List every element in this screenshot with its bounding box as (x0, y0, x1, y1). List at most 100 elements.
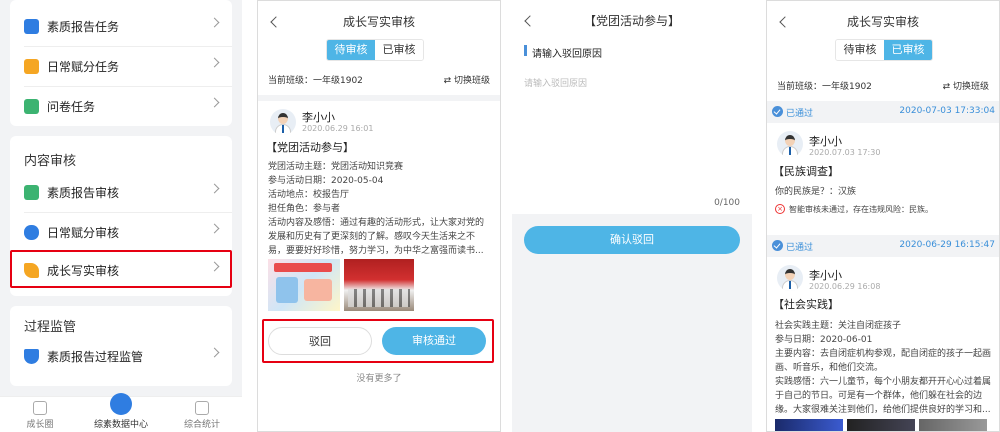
tab-pending[interactable]: 待审核 (836, 40, 884, 60)
score-task-icon (24, 58, 39, 74)
switch-class-label: 切换班级 (453, 76, 490, 86)
menu-item-score-review[interactable]: 日常赋分审核 (10, 212, 232, 252)
menu-panel: 素质报告任务 日常赋分任务 问卷任务 内容审核 素质报告审核 日常赋分审核 成长… (0, 0, 242, 432)
menu-item-label: 问卷任务 (47, 99, 96, 114)
section-title: 内容审核 (24, 154, 77, 169)
content-line: 于自己的节日。可是有一个群体，他们躲在社会的边 (775, 391, 983, 401)
status-badge: 已通过 (786, 243, 814, 253)
menu-item-label: 日常赋分任务 (47, 59, 120, 74)
tab-growth-circle[interactable]: 成长圈 (5, 401, 75, 430)
report-task-icon (24, 18, 39, 34)
menu-item-questionnaire[interactable]: 问卷任务 (10, 86, 232, 126)
tab-approved[interactable]: 已审核 (884, 40, 932, 60)
status-row: 已通过 2020-07-03 17:33:04 (767, 101, 999, 123)
menu-item-process-monitor[interactable]: 素质报告过程监管 (10, 336, 232, 376)
class-bar: 当前班级：一年级1902 ⇄ 切换班级 (258, 65, 500, 95)
switch-class-button[interactable]: ⇄ 切换班级 (444, 73, 490, 86)
content-line: 发展和历史有了更深刻的了解。感叹今天生活来之不 (268, 232, 476, 242)
menu-item-report-task[interactable]: 素质报告任务 (10, 6, 232, 46)
warning-icon: × (775, 204, 785, 214)
content-line: 画、听音乐，和他们交流。 (775, 363, 884, 373)
menu-item-score-task[interactable]: 日常赋分任务 (10, 46, 232, 86)
report-review-icon (24, 184, 39, 200)
card-title: 【党团活动参与】 (266, 141, 354, 154)
content-line: 缘。大家很难关注到他们，给他们提供良好的学习和... (775, 405, 991, 415)
highlight-box (10, 250, 232, 288)
shield-icon (24, 348, 39, 364)
card-title: 【社会实践】 (773, 298, 839, 311)
current-class: 当前班级：一年级1902 (777, 82, 872, 92)
review-tabs: 待审核 已审核 (835, 39, 933, 61)
avatar (777, 265, 803, 291)
content-line: 党团活动主题：党团活动知识竞赛 (268, 162, 404, 172)
process-monitor-card: 过程监管 素质报告过程监管 (10, 306, 232, 386)
avatar (777, 131, 803, 157)
avatar (270, 109, 296, 135)
menu-item-report-review[interactable]: 素质报告审核 (10, 172, 232, 212)
status-row: 已通过 2020-06-29 16:15:47 (767, 235, 999, 257)
tab-label: 综合统计 (183, 420, 220, 430)
approve-button[interactable]: 审核通过 (382, 327, 486, 355)
chevron-right-icon (209, 97, 220, 108)
section-title: 过程监管 (24, 320, 77, 335)
page-title: 成长写实审核 (846, 15, 919, 29)
review-datetime: 2020-07-03 17:33:04 (899, 106, 995, 116)
menu-item-label: 素质报告任务 (47, 19, 120, 34)
activity-photo[interactable] (344, 259, 414, 311)
tab-statistics[interactable]: 综合统计 (167, 401, 237, 430)
activity-photo[interactable] (919, 419, 987, 431)
chevron-right-icon (209, 223, 220, 234)
section-label: 请输入驳回原因 (532, 49, 602, 60)
switch-class-label: 切换班级 (952, 82, 989, 92)
menu-item-label: 素质报告过程监管 (47, 349, 144, 364)
bottom-tab-bar: 成长圈 综素数据中心 综合统计 (0, 393, 242, 432)
growth-circle-icon (33, 401, 47, 415)
no-more-text: 没有更多了 (356, 374, 402, 384)
chevron-right-icon (209, 17, 220, 28)
current-class: 当前班级：一年级1902 (268, 76, 363, 86)
tab-approved[interactable]: 已审核 (375, 40, 423, 60)
page-title: 【党团活动参与】 (583, 14, 680, 28)
check-circle-icon (772, 106, 783, 117)
data-center-icon (110, 393, 132, 415)
activity-photo[interactable] (775, 419, 843, 431)
content-line: 实践感悟：六一儿童节，每个小朋友都开开心心过着属 (775, 377, 992, 387)
menu-item-label: 素质报告审核 (47, 185, 120, 200)
tab-label: 综素数据中心 (93, 420, 148, 430)
card-title: 【民族调查】 (773, 165, 839, 178)
check-circle-icon (772, 240, 783, 251)
chevron-right-icon (209, 183, 220, 194)
confirm-reject-button[interactable]: 确认驳回 (524, 226, 740, 254)
class-bar: 当前班级：一年级1902 ⇄ 切换班级 (767, 71, 999, 101)
content-line: 易，要要好好珍惜，努力学习，为中华之富强而读书... (268, 246, 484, 256)
content-line: 活动地点：校报告厅 (268, 190, 350, 200)
content-line: 参与活动日期：2020-05-04 (268, 176, 384, 186)
textarea-placeholder: 请输入驳回原因 (524, 79, 588, 89)
content-line: 你的民族是？：汉族 (775, 187, 857, 197)
ai-warning: 智能审核未通过，存在违规风险：民族。 (789, 205, 933, 214)
statistics-icon (195, 401, 209, 415)
switch-class-button[interactable]: ⇄ 切换班级 (943, 79, 989, 92)
review-tabs: 待审核 已审核 (326, 39, 424, 61)
activity-photo[interactable] (847, 419, 915, 431)
reject-reason-panel: 【党团活动参与】 请输入驳回原因 请输入驳回原因 0/100 确认驳回 (512, 0, 752, 432)
reason-textarea[interactable]: 请输入驳回原因 0/100 (512, 64, 752, 214)
tab-pending[interactable]: 待审核 (327, 40, 375, 60)
tab-data-center[interactable]: 综素数据中心 (86, 393, 156, 430)
score-review-icon (24, 224, 39, 240)
content-line: 参与日期：2020-06-01 (775, 335, 873, 345)
approved-list-panel: 成长写实审核 待审核 已审核 当前班级：一年级1902 ⇄ 切换班级 已通过 2… (766, 0, 1000, 432)
user-name: 李小小 (809, 269, 842, 282)
menu-item-label: 日常赋分审核 (47, 225, 120, 240)
review-list-panel: 成长写实审核 待审核 已审核 当前班级：一年级1902 ⇄ 切换班级 李小小 2… (257, 0, 501, 432)
content-line: 主要内容：去自闭症机构参观，配自闭症的孩子一起画 (775, 349, 992, 359)
char-counter: 0/100 (714, 198, 740, 208)
reject-button[interactable]: 驳回 (268, 327, 372, 355)
task-card: 素质报告任务 日常赋分任务 问卷任务 (10, 0, 232, 126)
activity-photo[interactable] (268, 259, 340, 311)
content-line: 担任角色：参与者 (268, 204, 341, 214)
post-time: 2020.06.29 16:01 (302, 124, 374, 133)
review-datetime: 2020-06-29 16:15:47 (899, 240, 995, 250)
chevron-right-icon (209, 57, 220, 68)
tab-label: 成长圈 (26, 420, 54, 430)
